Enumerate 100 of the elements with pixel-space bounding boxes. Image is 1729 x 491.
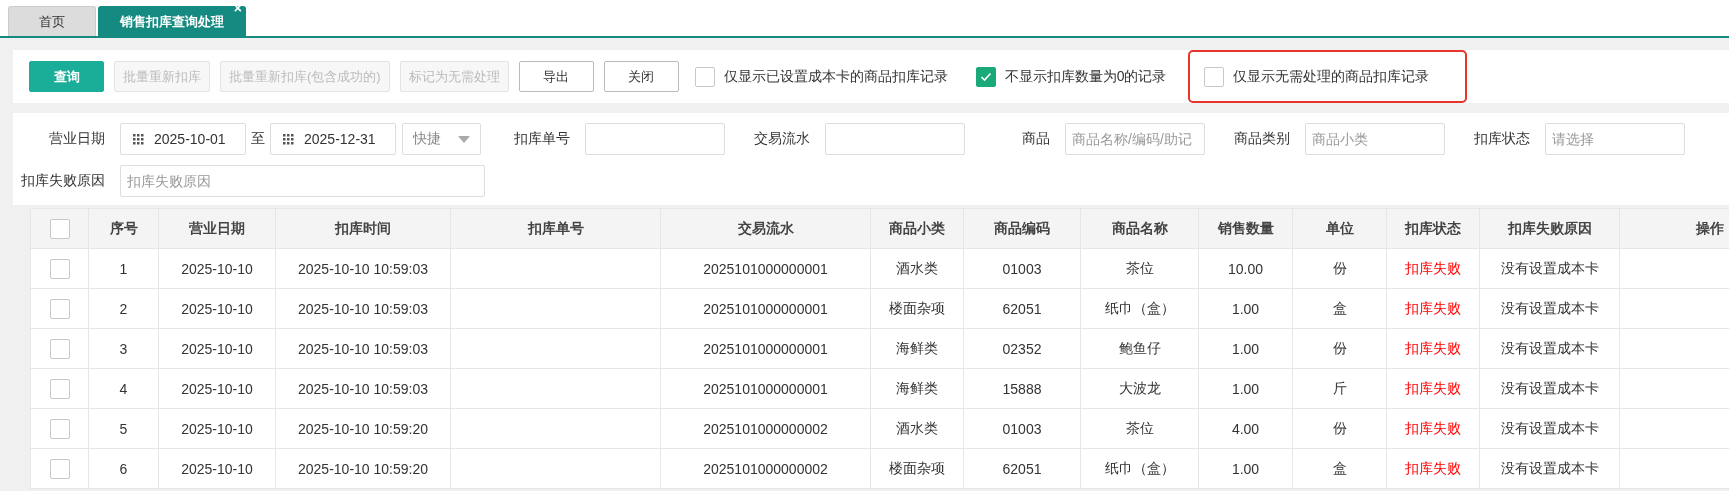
checkbox[interactable] [49, 258, 70, 279]
table-cell: 2025-10-10 [158, 368, 276, 409]
table-cell: 2025101000000002 [660, 408, 871, 449]
table-cell: 没有设置成本卡 [1479, 368, 1620, 409]
table-cell: 2025-10-10 [158, 408, 276, 449]
field-label: 营业日期 [48, 130, 106, 148]
checkbox[interactable] [49, 458, 70, 479]
table-cell: 2025-10-10 10:59:03 [275, 248, 451, 289]
table-cell: 盒 [1292, 448, 1387, 489]
calendar-icon [133, 133, 144, 145]
table-cell: 2025-10-10 10:59:03 [275, 328, 451, 369]
column-header: 商品编码 [963, 208, 1081, 249]
table-cell: 鲍鱼仔 [1080, 328, 1199, 369]
table-cell: 2025-10-10 10:59:20 [275, 408, 451, 449]
field-label: 扣库状态 [1473, 130, 1531, 148]
column-header: 交易流水 [660, 208, 871, 249]
toolbar-button[interactable]: 导出 [518, 61, 594, 92]
table-cell: 2025-10-10 [158, 288, 276, 329]
checkbox[interactable] [49, 378, 70, 399]
table-cell: 没有设置成本卡 [1479, 248, 1620, 289]
field-label: 扣库失败原因 [20, 172, 106, 190]
input-field[interactable]: 扣库失败原因 [120, 165, 485, 197]
column-header: 商品小类 [870, 208, 964, 249]
table-cell: 没有设置成本卡 [1479, 288, 1620, 329]
table-cell: 4 [88, 368, 159, 409]
input-field[interactable] [825, 123, 965, 155]
table-cell: 份 [1292, 408, 1387, 449]
table-cell: 2025101000000001 [660, 368, 871, 409]
table-cell: 2 [88, 288, 159, 329]
table-cell: 斤 [1292, 368, 1387, 409]
input-field[interactable] [585, 123, 725, 155]
check-icon [979, 71, 992, 82]
date-field[interactable]: 2025-12-31 [270, 123, 396, 155]
table-cell: 2025101000000001 [660, 288, 871, 329]
status-cell: 扣库失败 [1386, 328, 1480, 369]
calendar-icon [283, 133, 294, 145]
table-cell: 4.00 [1198, 408, 1293, 449]
checkbox[interactable] [49, 338, 70, 359]
table-cell: 62051 [963, 288, 1081, 329]
table-cell: 份 [1292, 248, 1387, 289]
status-cell: 扣库失败 [1386, 288, 1480, 329]
table-cell: 酒水类 [870, 408, 964, 449]
field-label: 商品类别 [1233, 130, 1291, 148]
checkbox[interactable] [49, 298, 70, 319]
column-header: 商品名称 [1080, 208, 1199, 249]
table-cell: 盒 [1292, 288, 1387, 329]
table-cell: 5 [88, 408, 159, 449]
option-label: 不显示扣库数量为0的记录 [1004, 67, 1167, 86]
table-cell: 2025-10-10 [158, 248, 276, 289]
table-cell: 大波龙 [1080, 368, 1199, 409]
table-cell: 茶位 [1080, 408, 1199, 449]
checkbox[interactable] [49, 218, 70, 239]
column-header: 操作 [1619, 208, 1729, 249]
caret-icon [458, 135, 470, 143]
input-field[interactable]: 商品小类 [1305, 123, 1445, 155]
range-separator: 至 [251, 130, 265, 148]
table-cell: 1 [88, 248, 159, 289]
column-header: 扣库单号 [450, 208, 661, 249]
table-cell: 1.00 [1198, 368, 1293, 409]
field-label: 商品 [1021, 130, 1051, 148]
table-cell: 酒水类 [870, 248, 964, 289]
column-header: 扣库失败原因 [1479, 208, 1620, 249]
table-cell: 1.00 [1198, 288, 1293, 329]
table-cell: 2025101000000001 [660, 328, 871, 369]
table-cell: 02352 [963, 328, 1081, 369]
table-cell: 2025-10-10 10:59:20 [275, 448, 451, 489]
table-cell: 1.00 [1198, 328, 1293, 369]
table-cell: 10.00 [1198, 248, 1293, 289]
field-label: 扣库单号 [513, 130, 571, 148]
select-field[interactable]: 请选择 [1545, 123, 1685, 155]
table-cell: 没有设置成本卡 [1479, 328, 1620, 369]
checkbox[interactable] [694, 66, 715, 87]
table-cell: 没有设置成本卡 [1479, 448, 1620, 489]
table-cell: 2025101000000002 [660, 448, 871, 489]
column-header: 扣库时间 [275, 208, 451, 249]
table-cell: 纸巾（盒） [1080, 448, 1199, 489]
column-header: 单位 [1292, 208, 1387, 249]
tab[interactable]: 首页 [8, 6, 96, 36]
checkbox[interactable] [975, 66, 996, 87]
checkbox[interactable] [1204, 66, 1225, 87]
input-field[interactable]: 商品名称/编码/助记 [1065, 123, 1205, 155]
column-header: 销售数量 [1198, 208, 1293, 249]
table-cell: 海鲜类 [870, 328, 964, 369]
table-cell: 62051 [963, 448, 1081, 489]
table-cell: 份 [1292, 328, 1387, 369]
status-cell: 扣库失败 [1386, 408, 1480, 449]
table-cell: 楼面杂项 [870, 288, 964, 329]
quick-select[interactable]: 快捷 [402, 123, 481, 155]
table-cell: 15888 [963, 368, 1081, 409]
status-cell: 扣库失败 [1386, 368, 1480, 409]
status-cell: 扣库失败 [1386, 448, 1480, 489]
toolbar-button[interactable]: 查询 [29, 61, 104, 92]
table-cell: 纸巾（盒） [1080, 288, 1199, 329]
toolbar-button[interactable]: 关闭 [603, 61, 679, 92]
date-field[interactable]: 2025-10-01 [120, 123, 246, 155]
checkbox[interactable] [49, 418, 70, 439]
table-cell: 茶位 [1080, 248, 1199, 289]
table-cell: 1.00 [1198, 448, 1293, 489]
table-cell: 海鲜类 [870, 368, 964, 409]
column-header: 序号 [88, 208, 159, 249]
